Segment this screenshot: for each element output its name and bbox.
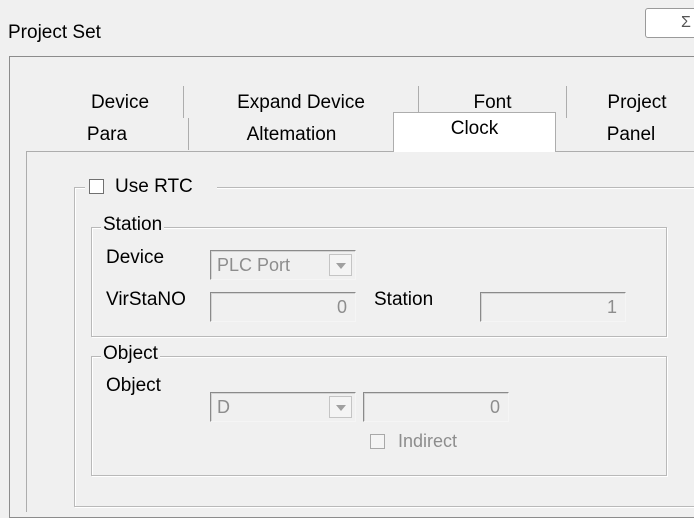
tab-altemation[interactable]: Altemation: [189, 118, 394, 150]
indirect-checkbox[interactable]: [370, 434, 385, 449]
station-input[interactable]: 1: [480, 292, 626, 322]
device-select[interactable]: PLC Port: [210, 250, 356, 280]
chevron-down-icon[interactable]: [329, 396, 352, 418]
tab-project[interactable]: Project: [567, 86, 694, 118]
use-rtc-checkbox[interactable]: [89, 179, 104, 194]
object-select-value: D: [217, 397, 230, 417]
chevron-down-icon[interactable]: [329, 254, 352, 276]
object-legend: Object: [101, 343, 160, 365]
object-address-input[interactable]: 0: [363, 392, 509, 422]
tab-label: Expand Device: [237, 92, 365, 113]
tab-label: Clock: [450, 118, 499, 139]
virstano-input[interactable]: 0: [210, 292, 356, 322]
window-title: Project Set: [8, 22, 101, 43]
tab-para[interactable]: Para: [26, 118, 189, 150]
tab-label: Panel: [606, 124, 656, 145]
virstano-label: VirStaNO: [106, 289, 186, 310]
tab-label: Device: [90, 92, 150, 113]
tab-row-1: Device Expand Device Font Project: [57, 86, 694, 118]
device-label: Device: [106, 247, 165, 268]
use-rtc-legend: Use RTC: [85, 174, 217, 200]
tab-expand-device[interactable]: Expand Device: [184, 86, 419, 118]
tab-row-2: Para Altemation Clock Panel: [26, 112, 694, 152]
object-select[interactable]: D: [210, 392, 356, 422]
tab-label: Para: [86, 124, 128, 145]
tab-panel[interactable]: Panel: [556, 118, 694, 150]
tab-label: Project: [607, 92, 667, 113]
device-select-value: PLC Port: [217, 255, 291, 275]
tab-clock[interactable]: Clock: [393, 112, 556, 152]
close-icon: Σ: [681, 14, 691, 31]
close-button[interactable]: Σ: [645, 8, 694, 38]
station-legend: Station: [101, 214, 165, 236]
tab-label: Font: [473, 92, 512, 113]
indirect-label: Indirect: [398, 431, 458, 451]
tab-device[interactable]: Device: [57, 86, 184, 118]
tab-label: Altemation: [246, 124, 337, 145]
object-label: Object: [106, 375, 161, 396]
station-label: Station: [374, 289, 434, 310]
use-rtc-label: Use RTC: [115, 176, 193, 197]
